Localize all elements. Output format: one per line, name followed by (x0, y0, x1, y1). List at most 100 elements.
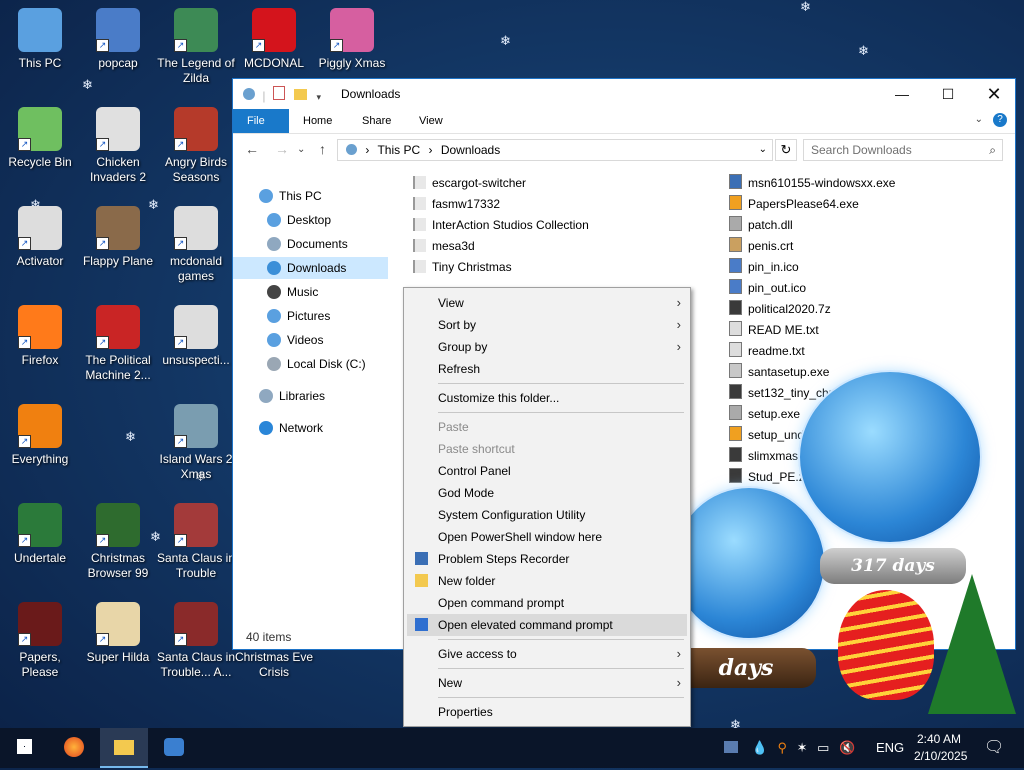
desktop-icon[interactable]: ↗ MCDONAL (234, 8, 314, 71)
tray-icons[interactable]: 💧 ⚲ ✶ ▭ 🔇 (724, 728, 855, 768)
menu-item[interactable]: Control Panel (407, 460, 687, 482)
desktop-icon[interactable]: ↗ popcap (78, 8, 158, 71)
file-item[interactable]: setup_und (729, 425, 804, 446)
tab-view[interactable]: View (405, 109, 457, 133)
title-bar[interactable]: | ▾ Downloads — ☐ ✕ (233, 79, 1015, 109)
menu-item[interactable]: New folder (407, 570, 687, 592)
address-dropdown-icon[interactable]: ⌄ (759, 140, 767, 160)
file-item[interactable]: patch.dll (729, 215, 793, 236)
ribbon-expand-icon[interactable]: ⌄ (975, 114, 983, 125)
desktop-icon[interactable]: ↗ Piggly Xmas (312, 8, 392, 71)
menu-item[interactable]: Open elevated command prompt (407, 614, 687, 636)
file-item[interactable]: pin_in.ico (729, 257, 799, 278)
tray-drop-icon[interactable]: 💧 (752, 740, 768, 755)
breadcrumb-this-pc[interactable]: This PC (377, 143, 420, 157)
search-input[interactable]: Search Downloads ⌕ (803, 139, 1003, 161)
menu-item[interactable]: Open command prompt (407, 592, 687, 614)
menu-item[interactable]: Open PowerShell window here (407, 526, 687, 548)
properties-icon[interactable] (272, 86, 285, 100)
desktop-icon[interactable]: ↗ Papers, Please (0, 602, 80, 680)
menu-item[interactable]: Customize this folder... (407, 387, 687, 409)
menu-item[interactable]: System Configuration Utility (407, 504, 687, 526)
notifications-icon[interactable]: 🗨 (984, 728, 1004, 768)
desktop-icon[interactable]: ↗ Angry Birds Seasons (156, 107, 236, 185)
new-folder-icon[interactable] (294, 89, 308, 100)
taskbar-firefox[interactable] (50, 728, 98, 768)
tray-volume-icon[interactable]: 🔇 (839, 740, 855, 755)
tray-star-icon[interactable]: ✶ (797, 740, 808, 755)
address-bar[interactable]: › This PC › Downloads ⌄ (337, 139, 773, 161)
file-item[interactable]: mesa3d (413, 236, 475, 257)
desktop-icon[interactable]: ↗ Chicken Invaders 2 (78, 107, 158, 185)
back-button[interactable]: ← (245, 141, 259, 157)
desktop-icon[interactable]: ↗ The Political Machine 2... (78, 305, 158, 383)
desktop-icon[interactable]: ↗ unsuspecti... (156, 305, 236, 368)
nav-item[interactable]: This PC (233, 185, 388, 207)
nav-item[interactable]: Downloads (233, 257, 388, 279)
tab-file[interactable]: File (233, 109, 289, 133)
file-item[interactable]: escargot-switcher (413, 173, 526, 194)
close-button[interactable]: ✕ (971, 79, 1017, 109)
desktop-icon[interactable]: This PC (0, 8, 80, 71)
file-item[interactable]: msn610155-windowsxx.exe (729, 173, 895, 194)
desktop-icon[interactable]: ↗ Activator (0, 206, 80, 269)
recent-locations-icon[interactable]: ⌄ (297, 144, 305, 155)
tray-search-icon[interactable]: ⚲ (777, 740, 787, 755)
nav-item[interactable]: Pictures (233, 305, 388, 327)
menu-item[interactable]: New › (407, 672, 687, 694)
desktop-icon[interactable]: ↗ Santa Claus in Trouble... A... (156, 602, 236, 680)
file-item[interactable]: pin_out.ico (729, 278, 806, 299)
file-item[interactable]: penis.crt (729, 236, 793, 257)
quick-access-toolbar[interactable]: | ▾ (243, 86, 321, 103)
desktop-icon[interactable]: ↗ Everything (0, 404, 80, 467)
minimize-button[interactable]: — (879, 79, 925, 109)
nav-item[interactable]: Libraries (233, 385, 388, 407)
nav-item[interactable]: Desktop (233, 209, 388, 231)
menu-item[interactable]: View › (407, 292, 687, 314)
desktop-icon[interactable]: ↗ Undertale (0, 503, 80, 566)
menu-item[interactable]: Problem Steps Recorder (407, 548, 687, 570)
menu-item[interactable]: Properties (407, 701, 687, 723)
desktop-icon[interactable]: ↗ Island Wars 2 Xmas (156, 404, 236, 482)
nav-item[interactable]: Local Disk (C:) (233, 353, 388, 375)
file-item[interactable]: Stud_PE.zi (729, 467, 807, 488)
forward-button[interactable]: → (275, 141, 289, 157)
file-item[interactable]: setup.exe (729, 404, 800, 425)
menu-item[interactable]: Sort by › (407, 314, 687, 336)
taskbar-app[interactable] (150, 728, 198, 768)
start-button[interactable] (0, 728, 48, 768)
tab-share[interactable]: Share (348, 109, 405, 133)
clock[interactable]: 2:40 AM 2/10/2025 (914, 728, 967, 768)
menu-item[interactable]: God Mode (407, 482, 687, 504)
file-item[interactable]: political2020.7z (729, 299, 831, 320)
tray-app-icon[interactable] (724, 741, 738, 753)
chevron-down-icon[interactable]: ▾ (317, 92, 322, 102)
nav-item[interactable]: Documents (233, 233, 388, 255)
desktop-icon[interactable]: ↗ Firefox (0, 305, 80, 368)
refresh-button[interactable]: ↻ (775, 139, 797, 161)
desktop-icon[interactable]: ↗ mcdonald games (156, 206, 236, 284)
taskbar-file-explorer[interactable] (100, 728, 148, 768)
file-item[interactable]: slimxmas. (729, 446, 801, 467)
file-item[interactable]: fasmw17332 (413, 194, 500, 215)
file-item[interactable]: readme.txt (729, 341, 805, 362)
tab-home[interactable]: Home (289, 109, 346, 133)
help-icon[interactable]: ? (993, 113, 1007, 127)
nav-item[interactable]: Network (233, 417, 388, 439)
desktop-icon[interactable]: ↗ Recycle Bin (0, 107, 80, 170)
menu-item[interactable]: Refresh (407, 358, 687, 380)
file-item[interactable]: PapersPlease64.exe (729, 194, 859, 215)
desktop-icon[interactable]: ↗ Flappy Plane (78, 206, 158, 269)
file-item[interactable]: InterAction Studios Collection (413, 215, 589, 236)
desktop-icon[interactable]: ↗ Santa Claus in Trouble (156, 503, 236, 581)
menu-item[interactable]: Give access to › (407, 643, 687, 665)
file-item[interactable]: santasetup.exe (729, 362, 829, 383)
breadcrumb-downloads[interactable]: Downloads (441, 143, 500, 157)
desktop-icon[interactable]: ↗ Christmas Browser 99 (78, 503, 158, 581)
tray-network-icon[interactable]: ▭ (817, 740, 829, 755)
desktop-icon[interactable]: ↗ The Legend of Zilda (156, 8, 236, 86)
menu-item[interactable]: Group by › (407, 336, 687, 358)
desktop-icon[interactable]: ↗ Super Hilda (78, 602, 158, 665)
nav-item[interactable]: Music (233, 281, 388, 303)
file-item[interactable]: Tiny Christmas (413, 257, 512, 278)
